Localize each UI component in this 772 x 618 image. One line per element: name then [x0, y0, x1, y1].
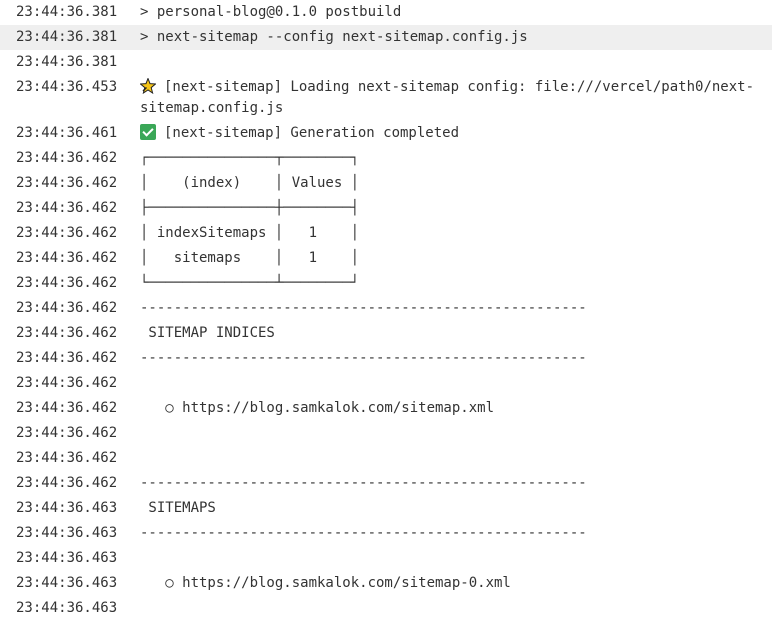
timestamp: 23:44:36.462 [16, 325, 118, 341]
log-line: 23:44:36.462 ---------------------------… [0, 346, 772, 371]
separator: ----------------------------------------… [140, 300, 587, 316]
timestamp: 23:44:36.462 [16, 475, 118, 491]
log-message: > personal-blog@0.1.0 postbuild [140, 4, 402, 20]
log-message: > next-sitemap --config next-sitemap.con… [140, 29, 528, 45]
timestamp: 23:44:36.381 [16, 54, 118, 70]
timestamp: 23:44:36.462 [16, 400, 118, 416]
table-row: │ sitemaps │ 1 │ [140, 250, 360, 266]
log-line: 23:44:36.381 > next-sitemap --config nex… [0, 25, 772, 50]
timestamp: 23:44:36.381 [16, 4, 118, 20]
timestamp: 23:44:36.462 [16, 225, 118, 241]
timestamp: 23:44:36.462 [16, 450, 118, 466]
sitemap-url: ○ https://blog.samkalok.com/sitemap.xml [140, 400, 495, 416]
log-line: 23:44:36.463 [0, 596, 772, 618]
log-line: 23:44:36.462 └───────────────┴────────┘ [0, 271, 772, 296]
section-heading: SITEMAP INDICES [140, 325, 275, 341]
log-line: 23:44:36.463 SITEMAPS [0, 496, 772, 521]
timestamp: 23:44:36.463 [16, 600, 118, 616]
log-line: 23:44:36.462 SITEMAP INDICES [0, 321, 772, 346]
timestamp: 23:44:36.461 [16, 125, 118, 141]
log-line: 23:44:36.463 ○ https://blog.samkalok.com… [0, 571, 772, 596]
timestamp: 23:44:36.462 [16, 200, 118, 216]
timestamp: 23:44:36.462 [16, 275, 118, 291]
log-line: 23:44:36.463 [0, 546, 772, 571]
timestamp: 23:44:36.462 [16, 300, 118, 316]
build-log: 23:44:36.381 > personal-blog@0.1.0 postb… [0, 0, 772, 618]
timestamp: 23:44:36.462 [16, 175, 118, 191]
log-line: 23:44:36.381 > personal-blog@0.1.0 postb… [0, 0, 772, 25]
table-border: ├───────────────┼────────┤ [140, 200, 360, 216]
log-line: 23:44:36.462 ---------------------------… [0, 296, 772, 321]
log-message-text: [next-sitemap] Loading next-sitemap conf… [140, 79, 755, 116]
timestamp: 23:44:36.462 [16, 150, 118, 166]
log-line: 23:44:36.381 [0, 50, 772, 75]
log-line: 23:44:36.462 │ indexSitemaps │ 1 │ [0, 221, 772, 246]
timestamp: 23:44:36.463 [16, 500, 118, 516]
log-line: 23:44:36.462 │ (index) │ Values │ [0, 171, 772, 196]
log-line: 23:44:36.462 ├───────────────┼────────┤ [0, 196, 772, 221]
separator: ----------------------------------------… [140, 475, 587, 491]
timestamp: 23:44:36.463 [16, 525, 118, 541]
timestamp: 23:44:36.462 [16, 375, 118, 391]
log-line: 23:44:36.463 ---------------------------… [0, 521, 772, 546]
log-message: [next-sitemap] Loading next-sitemap conf… [140, 75, 772, 119]
section-heading: SITEMAPS [140, 500, 216, 516]
timestamp: 23:44:36.453 [16, 79, 118, 95]
timestamp: 23:44:36.463 [16, 550, 118, 566]
log-line: 23:44:36.462 [0, 446, 772, 471]
separator: ----------------------------------------… [140, 525, 587, 541]
table-row: │ indexSitemaps │ 1 │ [140, 225, 360, 241]
timestamp: 23:44:36.462 [16, 425, 118, 441]
sitemap-url: ○ https://blog.samkalok.com/sitemap-0.xm… [140, 575, 511, 591]
log-line: 23:44:36.462 │ sitemaps │ 1 │ [0, 246, 772, 271]
timestamp: 23:44:36.462 [16, 350, 118, 366]
sparkle-icon [140, 78, 156, 94]
log-line: 23:44:36.462 ┌───────────────┬────────┐ [0, 146, 772, 171]
table-border: └───────────────┴────────┘ [140, 275, 360, 291]
log-message-text: [next-sitemap] Generation completed [164, 125, 460, 141]
separator: ----------------------------------------… [140, 350, 587, 366]
log-line: 23:44:36.461 [next-sitemap] Generation c… [0, 121, 772, 146]
table-border: ┌───────────────┬────────┐ [140, 150, 360, 166]
log-message: [next-sitemap] Generation completed [140, 121, 772, 146]
timestamp: 23:44:36.463 [16, 575, 118, 591]
table-header: │ (index) │ Values │ [140, 175, 360, 191]
check-mark-icon [140, 124, 156, 140]
log-line: 23:44:36.462 ○ https://blog.samkalok.com… [0, 396, 772, 421]
timestamp: 23:44:36.462 [16, 250, 118, 266]
log-line: 23:44:36.462 ---------------------------… [0, 471, 772, 496]
log-line: 23:44:36.462 [0, 421, 772, 446]
timestamp: 23:44:36.381 [16, 29, 118, 45]
log-line: 23:44:36.462 [0, 371, 772, 396]
log-line: 23:44:36.453 [next-sitemap] Loading next… [0, 75, 772, 121]
